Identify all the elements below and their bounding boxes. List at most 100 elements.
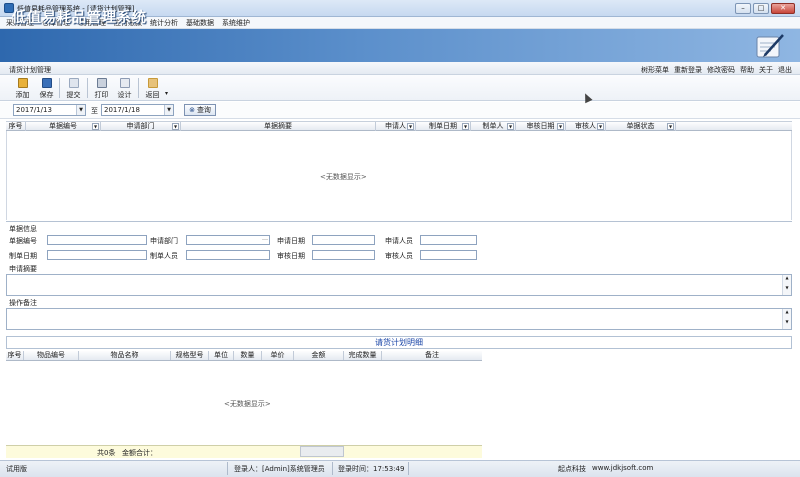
remark-label: 操作备注 bbox=[9, 299, 37, 307]
link-about[interactable]: 关于 bbox=[759, 65, 773, 75]
link-exit[interactable]: 退出 bbox=[778, 65, 792, 75]
column-header[interactable]: 序号 bbox=[6, 351, 24, 360]
save-icon bbox=[41, 78, 52, 88]
status-divider bbox=[408, 462, 409, 475]
apply-date-field[interactable] bbox=[312, 235, 375, 245]
column-header[interactable]: 数量 bbox=[234, 351, 262, 360]
close-button[interactable]: ✕ bbox=[771, 3, 795, 14]
submit-button[interactable]: 提交 bbox=[63, 76, 84, 100]
create-date-field[interactable] bbox=[47, 250, 147, 260]
company-name: 起点科技 bbox=[558, 465, 586, 473]
chevron-down-icon[interactable]: ▼ bbox=[164, 105, 173, 115]
column-header[interactable]: 序号 bbox=[6, 122, 26, 131]
filter-dropdown-icon[interactable]: ▼ bbox=[172, 123, 179, 130]
status-divider bbox=[227, 462, 228, 475]
ellipsis-icon[interactable]: … bbox=[262, 235, 268, 242]
column-header[interactable]: 审核人 ▼ bbox=[566, 122, 606, 131]
app-title: 低值易耗品管理系统 bbox=[12, 10, 147, 26]
divider bbox=[6, 221, 792, 222]
company-website[interactable]: www.jdkjsoft.com bbox=[592, 464, 653, 472]
column-header[interactable]: 完成数量 bbox=[344, 351, 382, 360]
column-header[interactable]: 制单人 ▼ bbox=[471, 122, 516, 131]
dept-label: 申请部门 bbox=[150, 237, 178, 245]
query-button-label: 查询 bbox=[196, 106, 211, 114]
menu-statistics[interactable]: 统计分析 bbox=[150, 18, 178, 28]
scrollbar[interactable]: ▲ ▼ bbox=[782, 309, 791, 329]
print-button-label: 打印 bbox=[94, 91, 109, 99]
column-header-label: 单据编号 bbox=[49, 122, 77, 130]
empty-placeholder: <无数据显示> bbox=[320, 173, 367, 181]
column-header[interactable]: 制单日期 ▼ bbox=[416, 122, 471, 131]
auditor-field[interactable] bbox=[420, 250, 477, 260]
date-range-separator: 至 bbox=[91, 107, 98, 115]
total-amount-field bbox=[300, 446, 344, 457]
total-amount-label: 金额合计： bbox=[122, 449, 157, 457]
header-banner bbox=[0, 29, 800, 62]
dept-field[interactable]: … bbox=[186, 235, 270, 245]
doc-no-label: 单据编号 bbox=[9, 237, 37, 245]
column-header[interactable]: 申请人 ▼ bbox=[376, 122, 416, 131]
maximize-button[interactable]: □ bbox=[753, 3, 769, 14]
column-header[interactable]: 审核日期 ▼ bbox=[516, 122, 566, 131]
filter-dropdown-icon[interactable]: ▼ bbox=[667, 123, 674, 130]
module-name: 请货计划管理 bbox=[9, 66, 51, 74]
main-grid-body[interactable] bbox=[6, 131, 792, 220]
column-header[interactable]: 物品编号 bbox=[24, 351, 79, 360]
link-relogin[interactable]: 重新登录 bbox=[674, 65, 702, 75]
remark-textarea[interactable]: ▲ ▼ bbox=[6, 308, 792, 330]
summary-textarea[interactable]: ▲ ▼ bbox=[6, 274, 792, 296]
link-help[interactable]: 帮助 bbox=[740, 65, 754, 75]
detail-footer bbox=[6, 445, 482, 458]
apply-date-label: 申请日期 bbox=[277, 237, 305, 245]
quick-links: 树形菜单 重新登录 修改密码 帮助 关于 退出 bbox=[641, 65, 792, 75]
audit-date-field[interactable] bbox=[312, 250, 375, 260]
menu-system[interactable]: 系统维护 bbox=[222, 18, 250, 28]
back-button[interactable]: 返回 bbox=[142, 76, 163, 100]
start-date-picker[interactable]: 2017/1/13 ▼ bbox=[13, 104, 86, 116]
link-tree-menu[interactable]: 树形菜单 bbox=[641, 65, 669, 75]
toolbar-more-icon[interactable]: ▾ bbox=[165, 90, 168, 97]
end-date-picker[interactable]: 2017/1/18 ▼ bbox=[101, 104, 174, 116]
auditor-label: 审核人员 bbox=[385, 252, 413, 260]
column-header[interactable]: 申请部门 ▼ bbox=[101, 122, 181, 131]
save-button-label: 保存 bbox=[39, 91, 54, 99]
column-header[interactable]: 备注 bbox=[382, 351, 482, 360]
column-header[interactable]: 单价 bbox=[262, 351, 294, 360]
applicant-field[interactable] bbox=[420, 235, 477, 245]
column-header[interactable]: 规格型号 bbox=[171, 351, 209, 360]
scrollbar[interactable]: ▲ ▼ bbox=[782, 275, 791, 295]
query-button[interactable]: ⊗ 查询 bbox=[184, 104, 216, 116]
minimize-button[interactable]: – bbox=[735, 3, 751, 14]
applicant-label: 申请人员 bbox=[385, 237, 413, 245]
filter-dropdown-icon[interactable]: ▼ bbox=[507, 123, 514, 130]
filter-dropdown-icon[interactable]: ▼ bbox=[92, 123, 99, 130]
create-date-label: 制单日期 bbox=[9, 252, 37, 260]
column-header-label: 审核日期 bbox=[526, 122, 555, 130]
filter-dropdown-icon[interactable]: ▼ bbox=[407, 123, 414, 130]
column-header[interactable]: 单据状态 ▼ bbox=[606, 122, 676, 131]
column-header[interactable]: 单据摘要 bbox=[181, 122, 376, 131]
column-header[interactable]: 单据编号 ▼ bbox=[26, 122, 101, 131]
logged-user: 登录人：[Admin]系统管理员 bbox=[234, 465, 325, 473]
print-button[interactable]: 打印 bbox=[91, 76, 112, 100]
filter-dropdown-icon[interactable]: ▼ bbox=[597, 123, 604, 130]
empty-placeholder: <无数据显示> bbox=[224, 400, 271, 408]
record-count: 共0条 bbox=[97, 449, 116, 457]
column-header[interactable]: 金额 bbox=[294, 351, 344, 360]
design-button[interactable]: 设计 bbox=[114, 76, 135, 100]
creator-field[interactable] bbox=[186, 250, 270, 260]
add-button[interactable]: 添加 bbox=[12, 76, 33, 100]
filter-dropdown-icon[interactable]: ▼ bbox=[557, 123, 564, 130]
column-header[interactable]: 物品名称 bbox=[79, 351, 171, 360]
doc-no-field[interactable] bbox=[47, 235, 147, 245]
section-title: 单据信息 bbox=[9, 225, 37, 233]
chevron-down-icon[interactable]: ▼ bbox=[76, 105, 85, 115]
link-change-password[interactable]: 修改密码 bbox=[707, 65, 735, 75]
column-header-label: 申请人 bbox=[385, 122, 406, 130]
save-button[interactable]: 保存 bbox=[36, 76, 57, 100]
edition-text: 试用版 bbox=[6, 465, 27, 473]
filter-dropdown-icon[interactable]: ▼ bbox=[462, 123, 469, 130]
column-header[interactable]: 单位 bbox=[209, 351, 234, 360]
menu-basedata[interactable]: 基础数据 bbox=[186, 18, 214, 28]
back-button-label: 返回 bbox=[145, 91, 160, 99]
